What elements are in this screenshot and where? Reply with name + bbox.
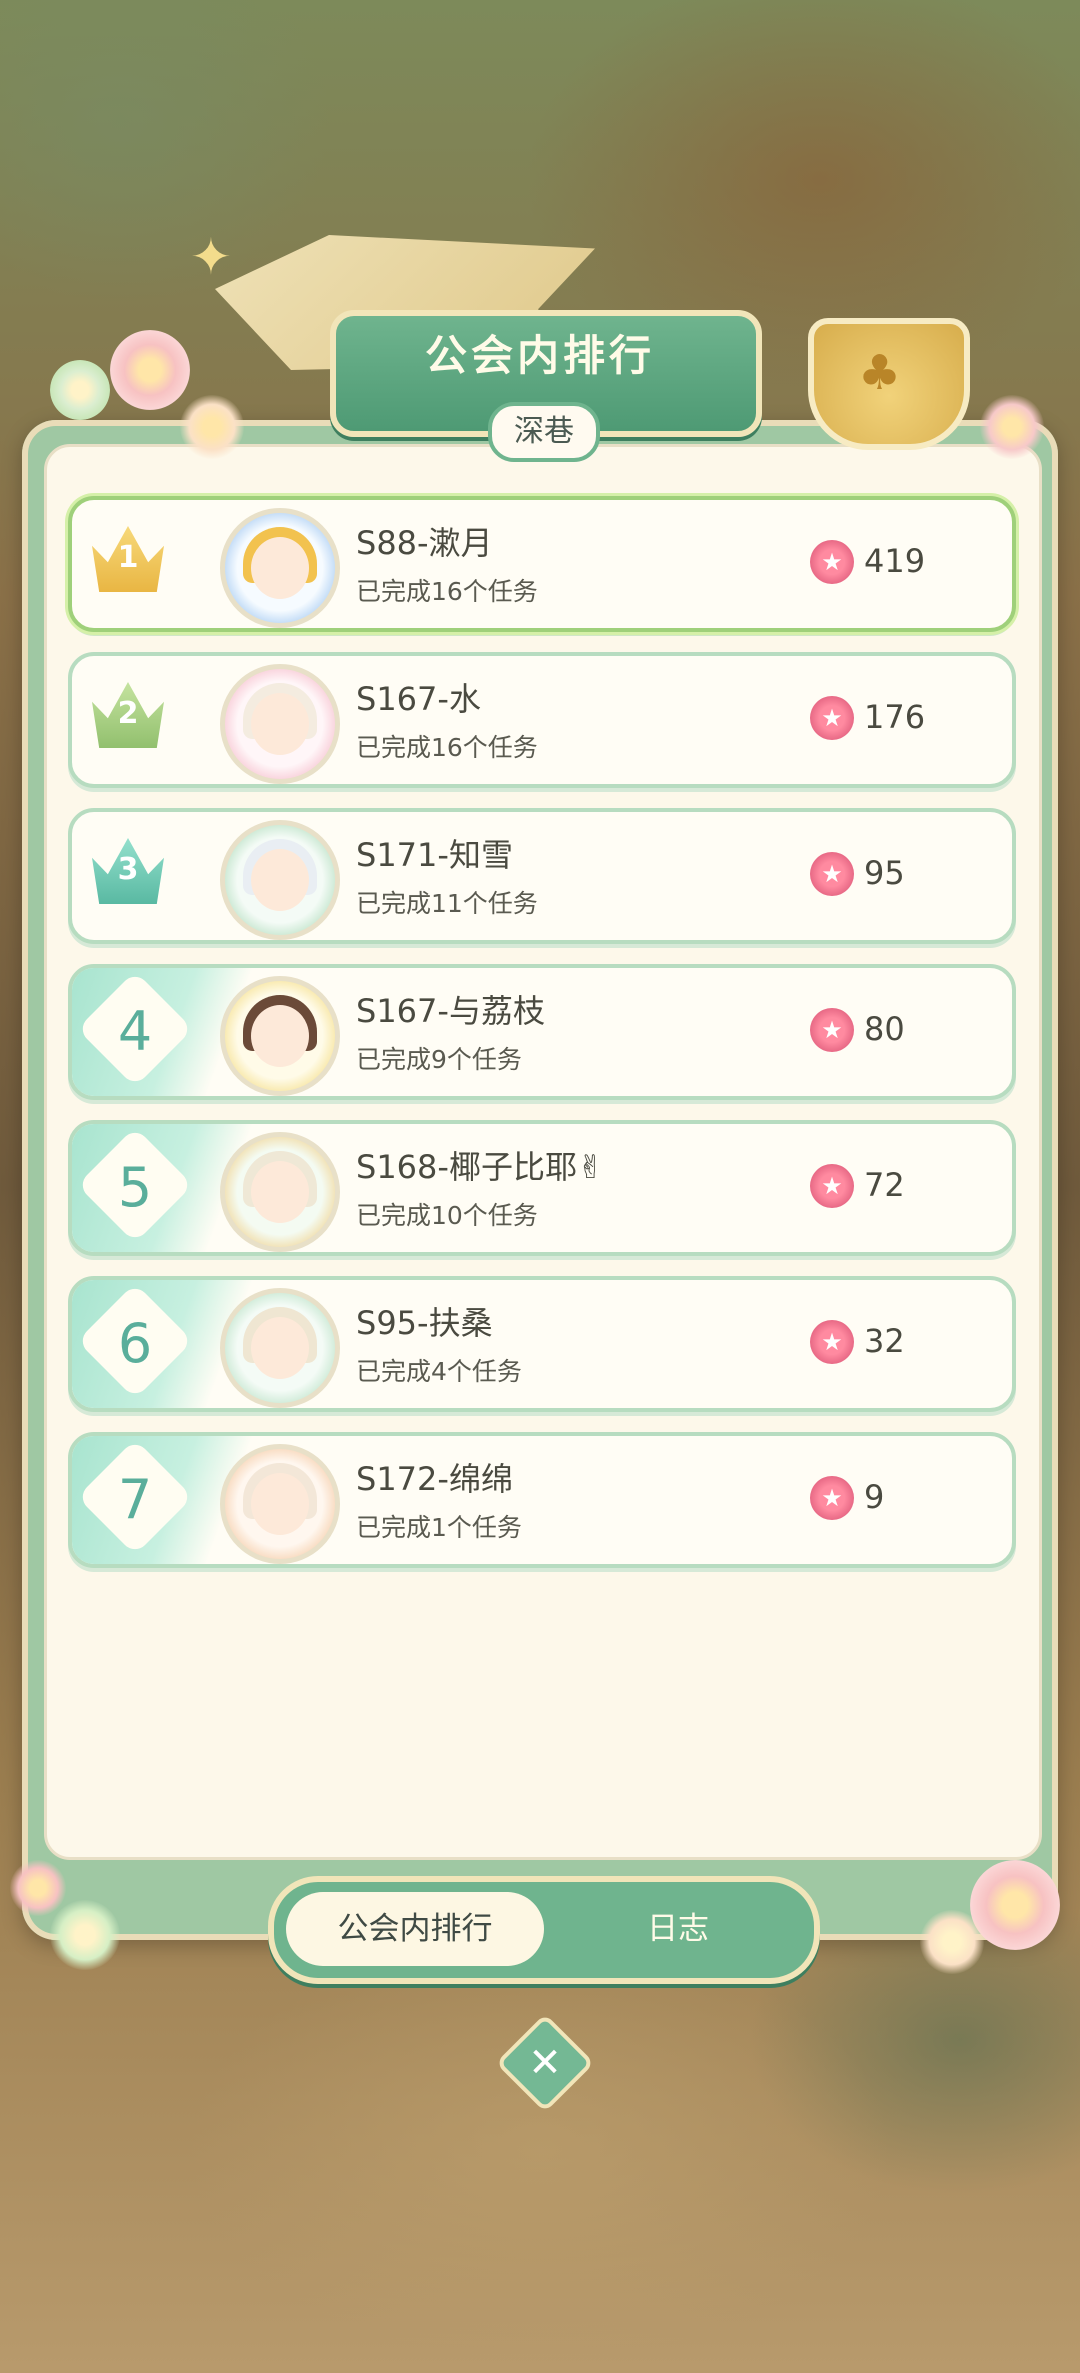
avatar[interactable] [220, 1288, 340, 1408]
rank-number: 5 [117, 1156, 153, 1219]
avatar[interactable] [220, 664, 340, 784]
task-count: 已完成16个任务 [356, 733, 538, 762]
flower-decoration [920, 1910, 984, 1974]
player-name: S167-与荔枝 [356, 992, 545, 1030]
player-name: S88-漱月 [356, 524, 493, 562]
score-value: 9 [864, 1478, 885, 1516]
ranking-row[interactable]: 2 S167-水 已完成16个任务 ★ 176 [68, 652, 1016, 788]
rank-number: 1 [117, 540, 139, 575]
avatar-face [251, 537, 309, 599]
rank-number: 7 [117, 1468, 153, 1531]
player-name: S172-绵绵 [356, 1460, 513, 1498]
ranking-row[interactable]: 7 S172-绵绵 已完成1个任务 ★ 9 [68, 1432, 1016, 1568]
rank-number: 3 [117, 852, 139, 887]
guild-name-label: 深巷 [488, 402, 600, 462]
task-count: 已完成4个任务 [356, 1357, 522, 1386]
pink-flower-badge-icon: ★ [810, 540, 854, 584]
pink-flower-badge-icon: ★ [810, 696, 854, 740]
panel-title: 公会内排行 [424, 331, 655, 380]
score-value: 72 [864, 1166, 905, 1204]
avatar[interactable] [220, 820, 340, 940]
score-value: 80 [864, 1010, 905, 1048]
rank-number: 2 [117, 696, 139, 731]
flower-decoration [50, 1900, 120, 1970]
tab-log[interactable]: 日志 [554, 1892, 802, 1966]
avatar[interactable] [220, 976, 340, 1096]
avatar-face [251, 849, 309, 911]
rank-number: 6 [117, 1312, 153, 1375]
avatar-face [251, 1005, 309, 1067]
flower-decoration [10, 1860, 66, 1916]
task-count: 已完成10个任务 [356, 1201, 538, 1230]
task-count: 已完成1个任务 [356, 1513, 522, 1542]
pink-flower-badge-icon: ★ [810, 1320, 854, 1364]
golden-cup-icon: ♣ [858, 345, 902, 401]
ranking-row[interactable]: 5 S168-椰子比耶✌ 已完成10个任务 ★ 72 [68, 1120, 1016, 1256]
pink-flower-badge-icon: ★ [810, 852, 854, 896]
ranking-row[interactable]: 6 S95-扶桑 已完成4个任务 ★ 32 [68, 1276, 1016, 1412]
tab-switcher: 公会内排行 日志 [268, 1876, 820, 1984]
pink-flower-badge-icon: ★ [810, 1476, 854, 1520]
flower-decoration [980, 395, 1044, 459]
player-name: S168-椰子比耶✌ [356, 1148, 604, 1186]
avatar-face [251, 1473, 309, 1535]
avatar[interactable] [220, 1132, 340, 1252]
ranking-row[interactable]: 4 S167-与荔枝 已完成9个任务 ★ 80 [68, 964, 1016, 1100]
flower-decoration [110, 330, 190, 410]
pink-flower-badge-icon: ★ [810, 1008, 854, 1052]
tab-guild-ranking[interactable]: 公会内排行 [286, 1892, 544, 1966]
player-name: S167-水 [356, 680, 481, 718]
sparkle-icon: ✦ [190, 228, 232, 286]
task-count: 已完成9个任务 [356, 1045, 522, 1074]
task-count: 已完成11个任务 [356, 889, 538, 918]
close-x-icon[interactable]: ✕ [510, 2028, 580, 2098]
flower-decoration [50, 360, 110, 420]
player-name: S95-扶桑 [356, 1304, 493, 1342]
rank-number: 4 [117, 1000, 153, 1063]
avatar-face [251, 1317, 309, 1379]
score-value: 176 [864, 698, 926, 736]
avatar[interactable] [220, 508, 340, 628]
player-name: S171-知雪 [356, 836, 513, 874]
flower-decoration [180, 395, 244, 459]
pink-flower-badge-icon: ★ [810, 1164, 854, 1208]
avatar-face [251, 693, 309, 755]
task-count: 已完成16个任务 [356, 577, 538, 606]
score-value: 95 [864, 854, 905, 892]
ranking-row[interactable]: 1 S88-漱月 已完成16个任务 ★ 419 [68, 496, 1016, 632]
avatar[interactable] [220, 1444, 340, 1564]
score-value: 32 [864, 1322, 905, 1360]
score-value: 419 [864, 542, 926, 580]
ranking-row[interactable]: 3 S171-知雪 已完成11个任务 ★ 95 [68, 808, 1016, 944]
avatar-face [251, 1161, 309, 1223]
